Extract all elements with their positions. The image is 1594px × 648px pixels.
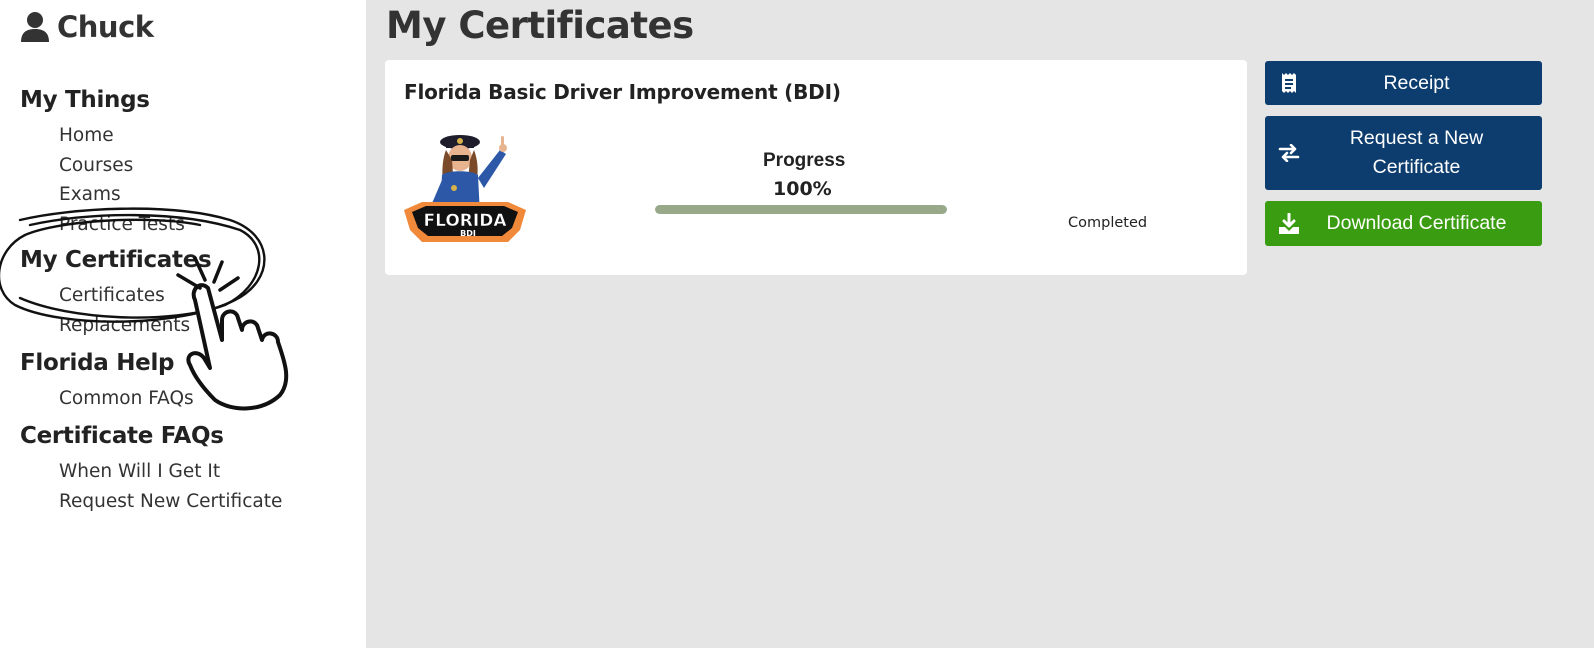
nav-heading-my-things: My Things: [20, 87, 150, 113]
download-icon: [1278, 212, 1300, 235]
svg-text:FLORIDA: FLORIDA: [424, 211, 508, 231]
nav-group-my-things: My Things Home Courses Exams Practice Te…: [20, 85, 185, 239]
nav-item-courses[interactable]: Courses: [59, 151, 185, 181]
page-title: My Certificates: [386, 4, 694, 47]
nav-item-exams[interactable]: Exams: [59, 180, 185, 210]
request-label: Request a New Certificate: [1349, 127, 1484, 178]
nav-heading-certificate-faqs: Certificate FAQs: [20, 423, 224, 449]
swap-arrows-icon: [1278, 142, 1300, 164]
download-label: Download Certificate: [1326, 212, 1507, 234]
nav-item-certificates[interactable]: Certificates: [59, 281, 211, 311]
course-title: Florida Basic Driver Improvement (BDI): [404, 80, 841, 104]
nav-item-practice-tests[interactable]: Practice Tests: [59, 210, 185, 240]
user-name: Chuck: [57, 10, 154, 44]
sidebar: Chuck My Things Home Courses Exams Pract…: [0, 0, 366, 648]
nav-item-when-will-i-get-it[interactable]: When Will I Get It: [59, 457, 282, 487]
user-icon: [21, 12, 49, 42]
course-card: Florida Basic Driver Improvement (BDI) F…: [385, 60, 1247, 275]
user-header[interactable]: Chuck: [20, 10, 154, 44]
nav-item-replacements[interactable]: Replacements: [59, 311, 211, 341]
status-text: Completed: [1068, 215, 1148, 231]
nav-item-home[interactable]: Home: [59, 121, 185, 151]
florida-bdi-logo: FLORIDA BDI: [404, 135, 526, 242]
nav-heading-florida-help: Florida Help: [20, 350, 175, 376]
nav-group-my-certificates: My Certificates Certificates Replacement…: [20, 245, 212, 341]
nav-group-florida-help: Florida Help Common FAQs: [20, 348, 194, 414]
nav-heading-my-certificates: My Certificates: [20, 247, 212, 273]
progress-label: Progress: [763, 150, 846, 171]
request-new-certificate-button[interactable]: Request a New Certificate: [1265, 116, 1542, 190]
progress-bar: [655, 205, 947, 214]
receipt-button[interactable]: Receipt: [1265, 61, 1542, 105]
progress-fill: [655, 205, 947, 214]
progress-value: 100%: [773, 178, 832, 200]
nav-item-request-new-certificate[interactable]: Request New Certificate: [59, 487, 282, 517]
download-certificate-button[interactable]: Download Certificate: [1265, 201, 1542, 246]
svg-text:BDI: BDI: [460, 229, 476, 238]
receipt-icon: [1278, 72, 1300, 94]
nav-item-common-faqs[interactable]: Common FAQs: [59, 384, 194, 414]
receipt-label: Receipt: [1383, 71, 1450, 94]
nav-group-certificate-faqs: Certificate FAQs When Will I Get It Requ…: [20, 421, 282, 516]
